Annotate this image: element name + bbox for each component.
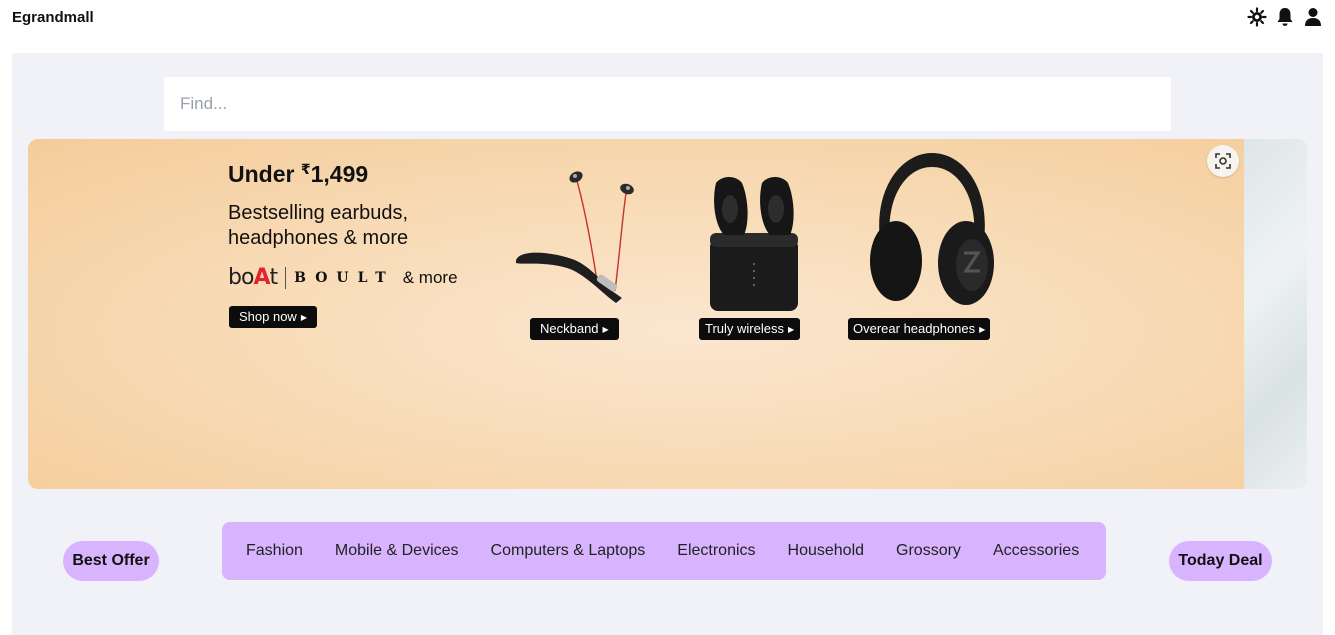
header-icons (1247, 7, 1323, 27)
user-icon[interactable] (1303, 7, 1323, 27)
category-computers-laptops[interactable]: Computers & Laptops (491, 542, 646, 560)
shop-now-button[interactable]: Shop now ▶ (229, 306, 317, 328)
overear-headphones-button[interactable]: Overear headphones ▶ (848, 318, 991, 340)
category-accessories[interactable]: Accessories (993, 542, 1079, 560)
sun-icon[interactable] (1247, 7, 1267, 27)
banner-next-slide-edge (1244, 139, 1307, 489)
brand-logos: boAt BOULT & more (228, 265, 458, 290)
brand-more-text: & more (402, 267, 458, 287)
site-logo-text[interactable]: Egrandmall (12, 9, 94, 26)
brand-divider (285, 266, 287, 289)
boult-logo: BOULT (294, 269, 395, 286)
headphones-image[interactable] (866, 149, 996, 309)
category-electronics[interactable]: Electronics (677, 542, 755, 560)
earbuds-image[interactable] (704, 169, 804, 314)
promo-price: 1,499 (310, 161, 369, 187)
main-content: Under ₹1,499 Bestselling earbuds, headph… (12, 53, 1323, 635)
lens-icon (1215, 153, 1231, 169)
boat-logo: boAt (228, 265, 278, 290)
top-bar: Egrandmall (0, 0, 1335, 53)
promo-title-prefix: Under (228, 161, 301, 187)
best-offer-button[interactable]: Best Offer (63, 541, 159, 581)
neckband-image[interactable] (512, 161, 652, 311)
category-bar: Fashion Mobile & Devices Computers & Lap… (222, 522, 1106, 580)
category-grossory[interactable]: Grossory (896, 542, 961, 560)
category-fashion[interactable]: Fashion (246, 542, 303, 560)
promo-subtitle: Bestselling earbuds, headphones & more (228, 202, 409, 249)
bell-icon[interactable] (1275, 7, 1295, 27)
category-household[interactable]: Household (788, 542, 865, 560)
truly-wireless-button[interactable]: Truly wireless ▶ (699, 318, 801, 340)
neckband-button[interactable]: Neckband ▶ (530, 318, 619, 340)
visual-search-button[interactable] (1207, 145, 1239, 177)
currency-symbol: ₹ (300, 161, 311, 177)
search-input[interactable] (164, 77, 1171, 131)
category-mobile-devices[interactable]: Mobile & Devices (335, 542, 459, 560)
today-deal-button[interactable]: Today Deal (1169, 541, 1272, 581)
promo-title: Under ₹1,499 (228, 161, 368, 188)
promo-banner[interactable]: Under ₹1,499 Bestselling earbuds, headph… (28, 139, 1307, 489)
